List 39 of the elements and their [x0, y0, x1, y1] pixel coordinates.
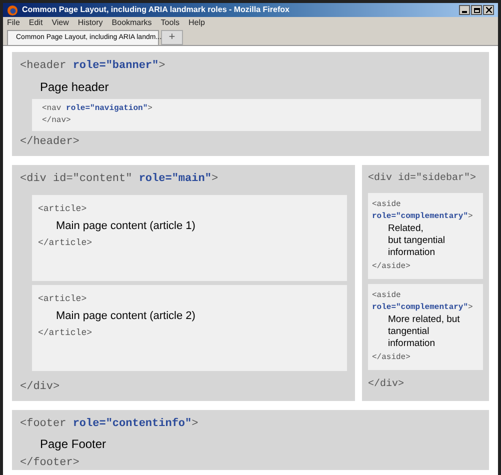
- menu-item[interactable]: View: [52, 17, 69, 29]
- code-tag: <nav role="navigation">: [42, 102, 152, 114]
- menu-item[interactable]: File: [7, 17, 20, 29]
- menu-item[interactable]: Tools: [160, 17, 180, 29]
- article-text: Main page content (article 2): [55, 309, 196, 324]
- code-tag: <article>: [38, 202, 87, 216]
- code-tag: </div>: [20, 378, 60, 395]
- code-tag: <aside: [372, 199, 401, 211]
- code-tag: role="complementary">: [372, 211, 473, 223]
- aside-text: More related, but tangential information: [387, 314, 460, 350]
- aside-text: Related, but tangential information: [387, 223, 446, 259]
- code-tag: <div id="content" role="main">: [20, 171, 218, 188]
- close-button[interactable]: [483, 5, 494, 15]
- page-header-text: Page header: [39, 78, 110, 96]
- menu-item[interactable]: Help: [188, 17, 205, 29]
- code-tag: </article>: [38, 236, 92, 250]
- code-tag: <footer role="contentinfo">: [20, 416, 198, 432]
- window-title: Common Page Layout, including ARIA landmark roles - Mozilla Firefox: [22, 4, 290, 16]
- code-tag: </div>: [368, 377, 404, 392]
- code-tag: <aside: [372, 290, 401, 302]
- footer-text: Page Footer: [39, 436, 108, 452]
- code-tag: <article>: [38, 292, 87, 306]
- firefox-logo-icon: [7, 4, 18, 16]
- code-tag: </article>: [38, 326, 92, 340]
- code-tag: role="complementary">: [372, 302, 473, 314]
- menu-item[interactable]: Edit: [28, 17, 43, 29]
- code-tag: </aside>: [372, 352, 410, 364]
- menu-item[interactable]: History: [78, 17, 103, 29]
- code-tag: <div id="sidebar">: [368, 171, 476, 186]
- article-text: Main page content (article 1): [55, 219, 196, 234]
- code-tag: <header role="banner">: [20, 58, 481, 74]
- code-tag: </header>: [20, 134, 80, 150]
- code-tag: </nav>: [42, 114, 71, 126]
- menu-item[interactable]: Bookmarks: [112, 17, 152, 29]
- maximize-button[interactable]: [471, 5, 482, 15]
- code-tag: </aside>: [372, 261, 410, 273]
- minimize-button[interactable]: [459, 5, 470, 15]
- new-tab-button[interactable]: +: [161, 30, 183, 45]
- code-tag: </footer>: [20, 454, 80, 471]
